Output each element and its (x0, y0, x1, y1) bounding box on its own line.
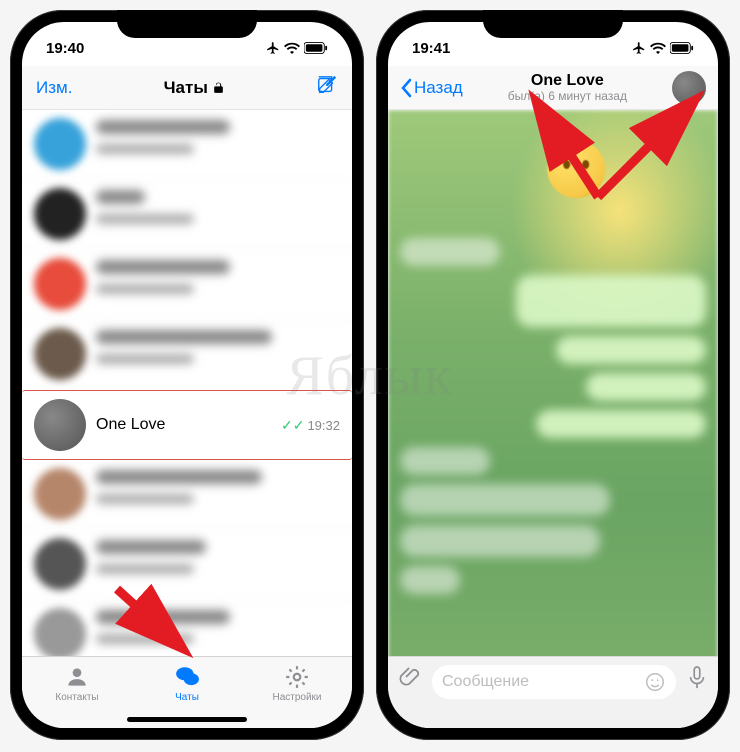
contacts-icon (64, 664, 90, 690)
message-input-bar: Сообщение (388, 656, 718, 728)
chats-navbar: Изм. Чаты (22, 66, 352, 110)
avatar (34, 399, 86, 451)
chat-time: 19:32 (307, 418, 340, 433)
microphone-icon (686, 665, 708, 691)
chat-row[interactable] (22, 320, 352, 390)
voice-button[interactable] (686, 665, 708, 696)
attach-button[interactable] (398, 665, 422, 694)
tab-chats[interactable]: Чаты (132, 657, 242, 710)
chat-meta: ✓✓ 19:32 (281, 417, 340, 434)
status-time: 19:41 (412, 40, 450, 57)
chat-name: One Love (96, 416, 165, 434)
message-bubble[interactable] (536, 410, 706, 438)
message-bubble[interactable] (516, 275, 706, 327)
paperclip-icon (398, 665, 422, 689)
message-bubble[interactable] (400, 484, 610, 516)
message-placeholder: Сообщение (442, 673, 529, 691)
tab-settings[interactable]: Настройки (242, 657, 352, 710)
message-bubble[interactable] (400, 525, 600, 557)
screen-right: 19:41 Назад One Love был(а) 6 минут наза… (388, 22, 718, 728)
annotation-arrow (498, 97, 708, 207)
status-icons (266, 41, 328, 55)
chat-row[interactable] (22, 110, 352, 180)
chat-row[interactable] (22, 250, 352, 320)
battery-icon (304, 42, 328, 54)
chat-row[interactable] (22, 180, 352, 250)
compose-button[interactable] (316, 74, 338, 101)
chat-row-one-love[interactable]: One Love ✓✓ 19:32 (22, 390, 352, 460)
tab-contacts[interactable]: Контакты (22, 657, 132, 710)
conversation-title: One Love (508, 72, 627, 90)
message-bubble[interactable] (400, 447, 490, 475)
airplane-icon (632, 41, 646, 55)
screen-left: 19:40 Изм. Чаты (22, 22, 352, 728)
status-time: 19:40 (46, 40, 84, 57)
status-icons (632, 41, 694, 55)
message-bubble[interactable] (586, 373, 706, 401)
message-bubble[interactable] (556, 336, 706, 364)
airplane-icon (266, 41, 280, 55)
wifi-icon (284, 42, 300, 54)
sticker-icon (644, 671, 666, 693)
notch (117, 10, 257, 38)
unlock-icon (212, 81, 225, 95)
message-bubble[interactable] (400, 566, 460, 594)
chat-row[interactable] (22, 460, 352, 530)
home-indicator[interactable] (127, 717, 247, 722)
message-bubble[interactable] (400, 238, 500, 266)
battery-icon (670, 42, 694, 54)
annotation-arrow (112, 584, 202, 664)
chevron-left-icon (400, 78, 412, 98)
edit-button[interactable]: Изм. (36, 78, 72, 98)
chats-title: Чаты (164, 78, 225, 98)
settings-icon (284, 664, 310, 690)
back-button[interactable]: Назад (400, 78, 463, 98)
compose-icon (316, 74, 338, 96)
read-checks-icon: ✓✓ (281, 417, 304, 434)
phone-left: 19:40 Изм. Чаты (10, 10, 364, 740)
chats-icon (174, 664, 200, 690)
message-input[interactable]: Сообщение (432, 665, 676, 699)
notch (483, 10, 623, 38)
phone-right: 19:41 Назад One Love был(а) 6 минут наза… (376, 10, 730, 740)
wifi-icon (650, 42, 666, 54)
